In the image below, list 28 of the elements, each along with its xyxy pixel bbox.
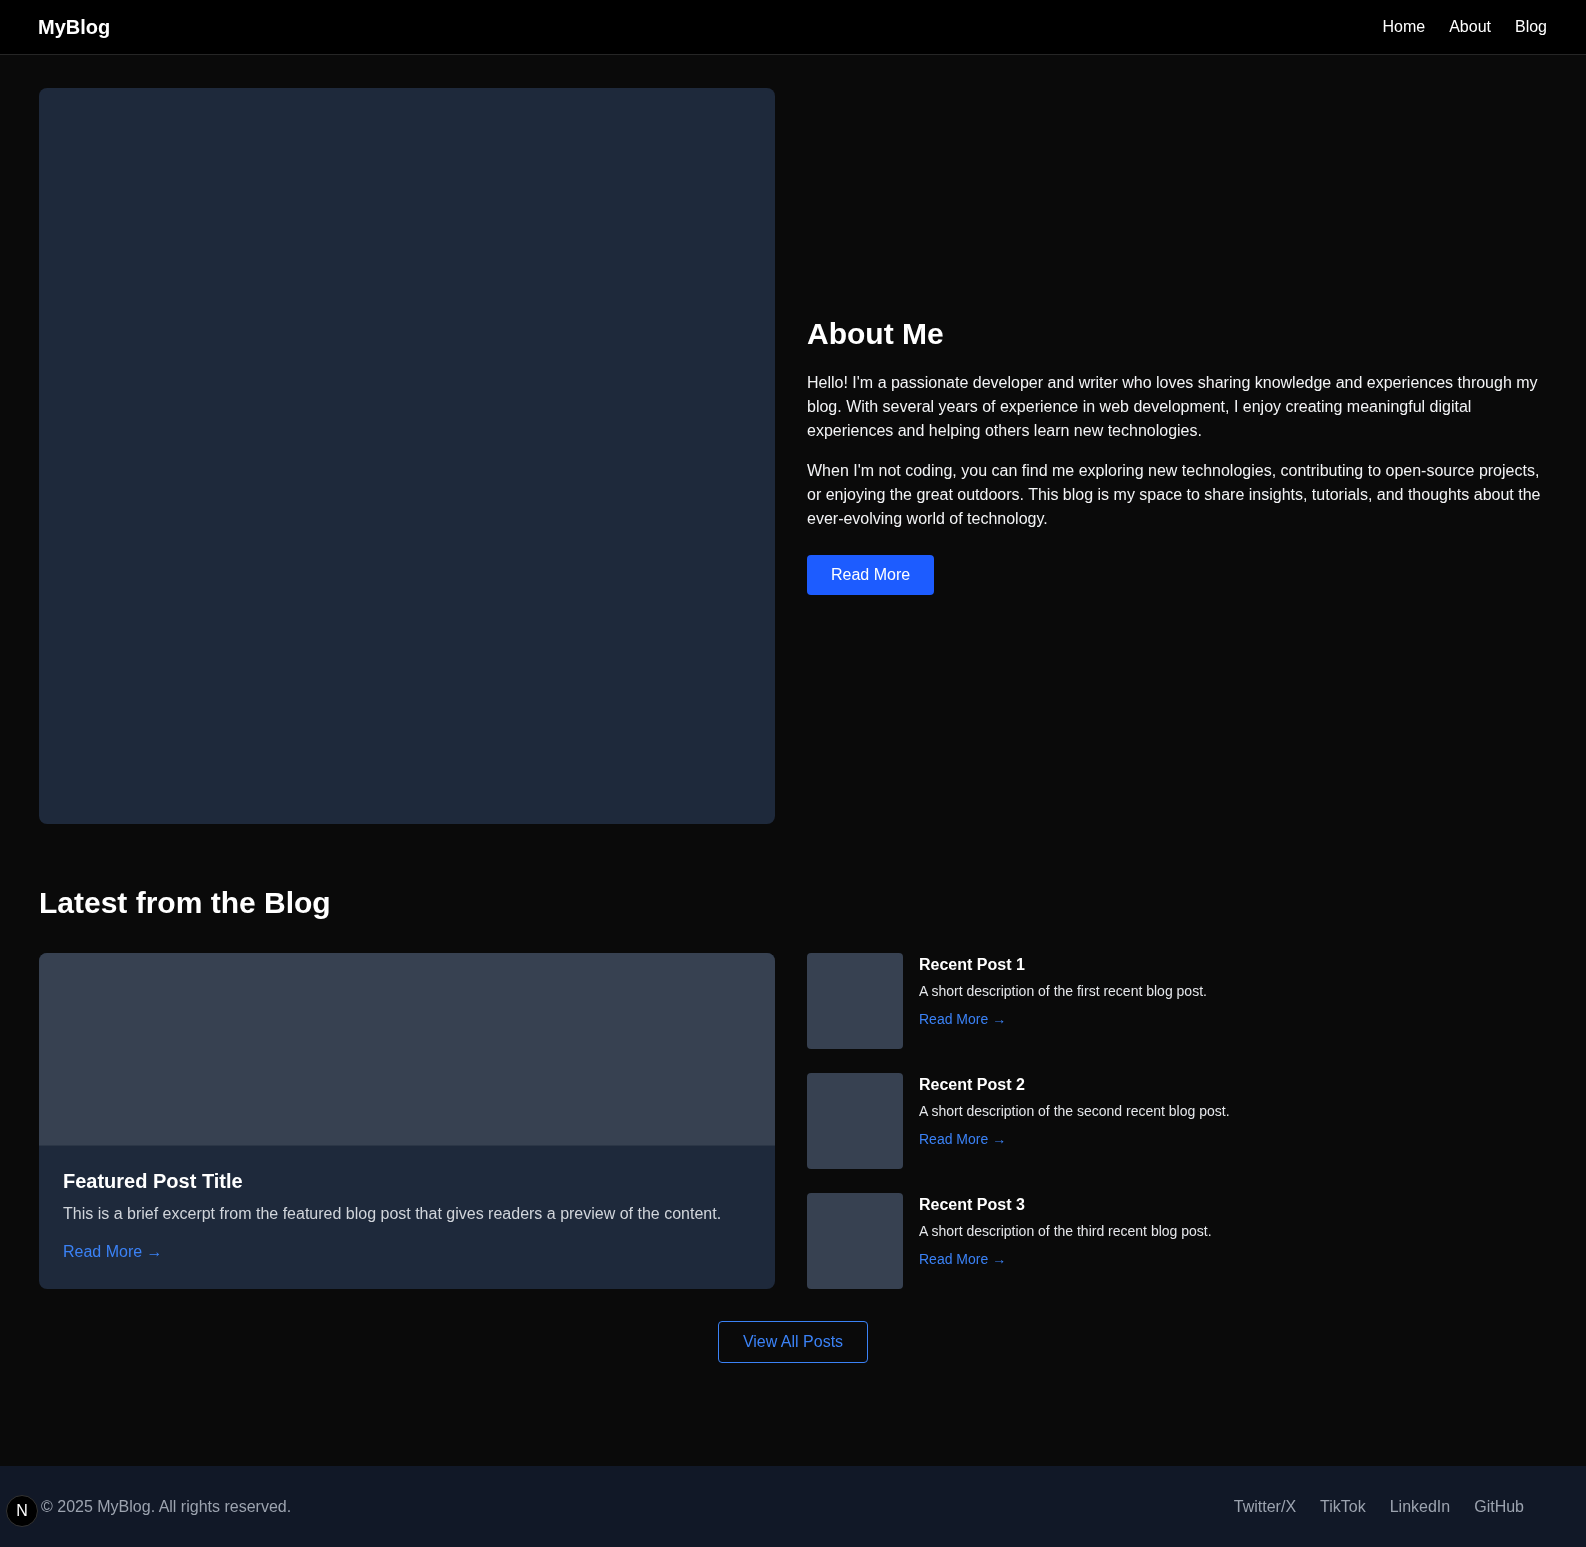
section-title: Latest from the Blog	[39, 886, 332, 920]
read-more-link[interactable]: Read More →	[919, 1131, 1007, 1147]
post-title: Featured Post Title	[63, 1170, 244, 1193]
read-more-link[interactable]: Read More →	[919, 1251, 1007, 1267]
paragraph: Hello! I'm a passionate developer and writer who loves sharing knowledge and experiences through my blog. With several years of experience in web development, I enjoy creating meaningful digital experiences and helping others learn new technologies.	[807, 373, 1539, 441]
footer-link[interactable]: Twitter/X	[1233, 1497, 1297, 1516]
copyright-text: © 2025 MyBlog. All rights reserved.	[41, 1497, 292, 1516]
footer-link[interactable]: TikTok	[1320, 1497, 1366, 1516]
post-title: Recent Post 2	[919, 1076, 1026, 1094]
site-logo[interactable]: MyBlog	[38, 15, 111, 39]
read-more-button[interactable]: Read More	[807, 555, 935, 595]
post-excerpt: This is a brief excerpt from the featured blog post that gives readers a preview of the content.	[63, 1205, 723, 1223]
post-description: A short description of the first recent blog post.	[919, 983, 1207, 999]
post-description: A short description of the third recent blog post.	[919, 1223, 1212, 1239]
nav-link[interactable]: Home	[1382, 18, 1426, 36]
post-description: A short description of the second recent blog post.	[919, 1103, 1230, 1119]
read-more-link[interactable]: Read More →	[919, 1011, 1007, 1027]
nav-link[interactable]: Blog	[1514, 18, 1547, 36]
nav-link[interactable]: About	[1449, 18, 1491, 36]
paragraph: When I'm not coding, you can find me exploring new technologies, contributing to open-source projects, or enjoying the great outdoors. This blog is my space to share insights, tutorials, and thoughts about the ever-evolving world of technology.	[807, 461, 1542, 529]
post-title: Recent Post 3	[919, 1196, 1026, 1214]
footer-link[interactable]: LinkedIn	[1389, 1497, 1451, 1516]
read-more-link[interactable]: Read More →	[63, 1243, 163, 1260]
section-title: About Me	[807, 317, 945, 351]
footer-link[interactable]: GitHub	[1474, 1497, 1524, 1516]
view-all-button[interactable]: View All Posts	[717, 1321, 869, 1363]
dev-tools-button[interactable]: N	[6, 1495, 38, 1527]
post-title: Recent Post 1	[919, 956, 1026, 974]
